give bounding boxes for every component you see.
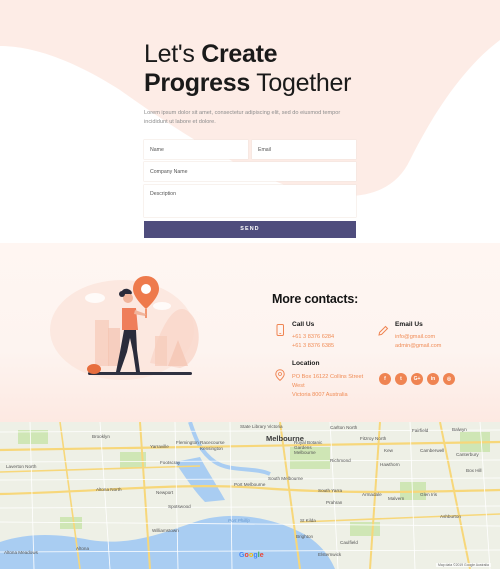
title-tail: Together [256, 69, 352, 97]
facebook-icon[interactable]: f [379, 373, 391, 385]
map-label: Flemington Racecourse [176, 440, 225, 445]
map-label: Royal Botanic Gardens Melbourne [294, 440, 323, 455]
map-label: Altona North [96, 487, 122, 492]
map-label: Elsternwick [318, 552, 342, 557]
map-label: Hawthorn [380, 462, 400, 467]
map-label: Brooklyn [92, 434, 110, 439]
map-label: Newport [156, 490, 174, 495]
map-label: Carlton North [330, 425, 358, 430]
map-label: Caulfield [340, 540, 358, 545]
google-plus-icon[interactable]: G+ [411, 373, 423, 385]
map-label: Ashburton [440, 514, 461, 519]
map-label: St Kilda [300, 518, 316, 523]
name-placeholder: Name [150, 147, 164, 153]
send-button[interactable]: SEND [144, 221, 356, 238]
email-address-1[interactable]: info@gmail.com [395, 333, 435, 342]
location-heading: Location [292, 360, 320, 367]
map-label: State Library Victoria [240, 424, 283, 429]
twitter-icon[interactable]: t [395, 373, 407, 385]
map-label: Kensington [200, 446, 223, 451]
pencil-icon [378, 325, 389, 336]
map-label: Malvern [388, 496, 405, 501]
description-placeholder: Description [150, 191, 176, 197]
map-label: Glen Iris [420, 492, 438, 497]
address-line-1: PO Box 16122 Collins Street [292, 374, 364, 380]
google-logo: Google [239, 552, 264, 559]
address-line-2: West [292, 383, 305, 389]
company-name-input[interactable]: Company Name [144, 162, 356, 181]
map-label: Altona [76, 546, 90, 551]
more-contacts-title: More contacts: [272, 292, 359, 306]
map-label: Footscray [160, 460, 181, 465]
map-label: Brighton [296, 534, 314, 539]
map-label: Fitzroy North [360, 436, 387, 441]
google-map[interactable]: Melbourne Brooklyn Yarraville Footscray … [0, 422, 500, 569]
email-input[interactable]: Email [252, 140, 356, 159]
map-label: Camberwell [420, 448, 445, 453]
map-label: Fairfield [412, 428, 429, 433]
map-attribution[interactable]: Map data ©2019 Google Australia [436, 563, 491, 567]
email-placeholder: Email [258, 147, 271, 153]
map-label-water: Port Phillip [228, 518, 250, 523]
lead-text: Lorem ipsum dolor sit amet, consectetur … [144, 110, 341, 125]
email-address-2[interactable]: admin@gmail.com [395, 342, 441, 351]
call-us-heading: Call Us [292, 321, 315, 328]
email-us-heading: Email Us [395, 321, 423, 328]
phone-icon [276, 324, 284, 336]
map-label: Yarraville [150, 444, 169, 449]
map-label: Prahran [326, 500, 343, 505]
address-line-3: Victoria 8007 Australia [292, 392, 348, 398]
title-bold-progress: Progress [144, 69, 250, 97]
company-placeholder: Company Name [150, 169, 188, 175]
description-textarea[interactable]: Description [144, 185, 356, 217]
map-label: Kew [384, 448, 393, 453]
map-label: Canterbury [456, 452, 479, 457]
map-label: Armadale [362, 492, 382, 497]
phone-number-1[interactable]: +61 3 8376 6284 [292, 333, 334, 342]
map-label: South Melbourne [268, 476, 303, 481]
social-links: f t G+ in ◎ [379, 373, 455, 385]
page-title: Let's Create Progress Together [144, 40, 384, 98]
phone-number-2[interactable]: +61 3 8376 6385 [292, 342, 334, 351]
map-label: Port Melbourne [234, 482, 266, 487]
map-label: Laverton North [6, 464, 37, 469]
instagram-icon[interactable]: ◎ [443, 373, 455, 385]
title-bold-create: Create [201, 40, 278, 68]
map-label: Balwyn [452, 427, 467, 432]
location-pin-icon [275, 369, 285, 381]
location-person-illustration [50, 276, 199, 380]
map-label: Altona Meadows [4, 550, 38, 555]
name-input[interactable]: Name [144, 140, 248, 159]
map-label: Williamstown [152, 528, 179, 533]
map-label: South Yarra [318, 488, 343, 493]
title-lead: Let's [144, 40, 195, 68]
map-label: Spotswood [168, 504, 191, 509]
map-label: Richmond [330, 458, 351, 463]
map-label: Box Hill [466, 468, 482, 473]
linkedin-icon[interactable]: in [427, 373, 439, 385]
